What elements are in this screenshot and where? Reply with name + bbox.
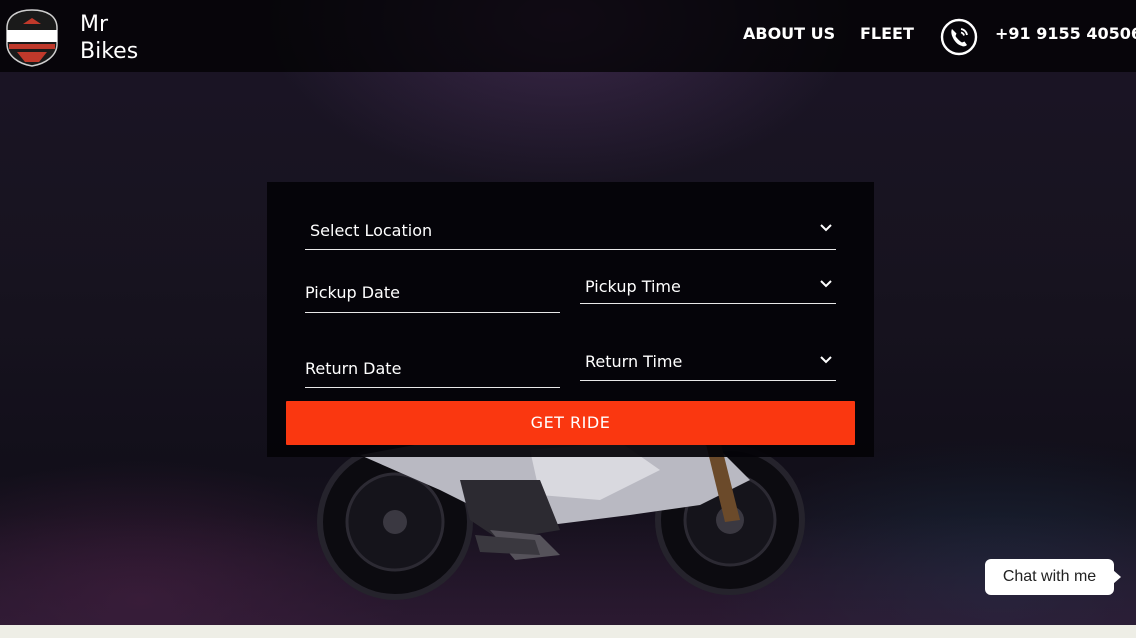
return-time-label: Return Time — [585, 352, 683, 371]
return-date-field[interactable]: Return Date — [305, 354, 560, 388]
site-header: Mr Bikes ABOUT US FLEET +91 9155 405060 — [0, 0, 1136, 72]
brand-line-1: Mr — [80, 12, 109, 37]
location-select[interactable]: Select Location — [305, 212, 836, 250]
brand-line-2: Bikes — [80, 39, 139, 64]
pickup-date-field[interactable]: Pickup Date — [305, 278, 560, 313]
chevron-down-icon — [820, 356, 832, 364]
nav-fleet[interactable]: FLEET — [860, 24, 914, 43]
nav-about-us[interactable]: ABOUT US — [743, 24, 835, 43]
chat-bubble-tail — [1113, 570, 1121, 584]
chat-widget-button[interactable]: Chat with me — [985, 559, 1114, 595]
page-bottom-strip — [0, 625, 1136, 638]
pickup-date-label: Pickup Date — [305, 283, 400, 302]
chevron-down-icon — [820, 280, 832, 288]
phone-number-link[interactable]: +91 9155 405060 — [995, 24, 1136, 43]
location-select-label: Select Location — [310, 221, 433, 240]
pickup-time-select[interactable]: Pickup Time — [580, 270, 836, 304]
get-ride-button[interactable]: GET RIDE — [286, 401, 855, 445]
brand-logo[interactable] — [3, 8, 61, 68]
chevron-down-icon — [820, 224, 832, 232]
phone-ringing-icon[interactable] — [940, 18, 978, 56]
pickup-time-label: Pickup Time — [585, 277, 681, 296]
return-time-select[interactable]: Return Time — [580, 346, 836, 381]
return-date-label: Return Date — [305, 359, 402, 378]
brand-name[interactable]: Mr Bikes — [80, 11, 160, 65]
